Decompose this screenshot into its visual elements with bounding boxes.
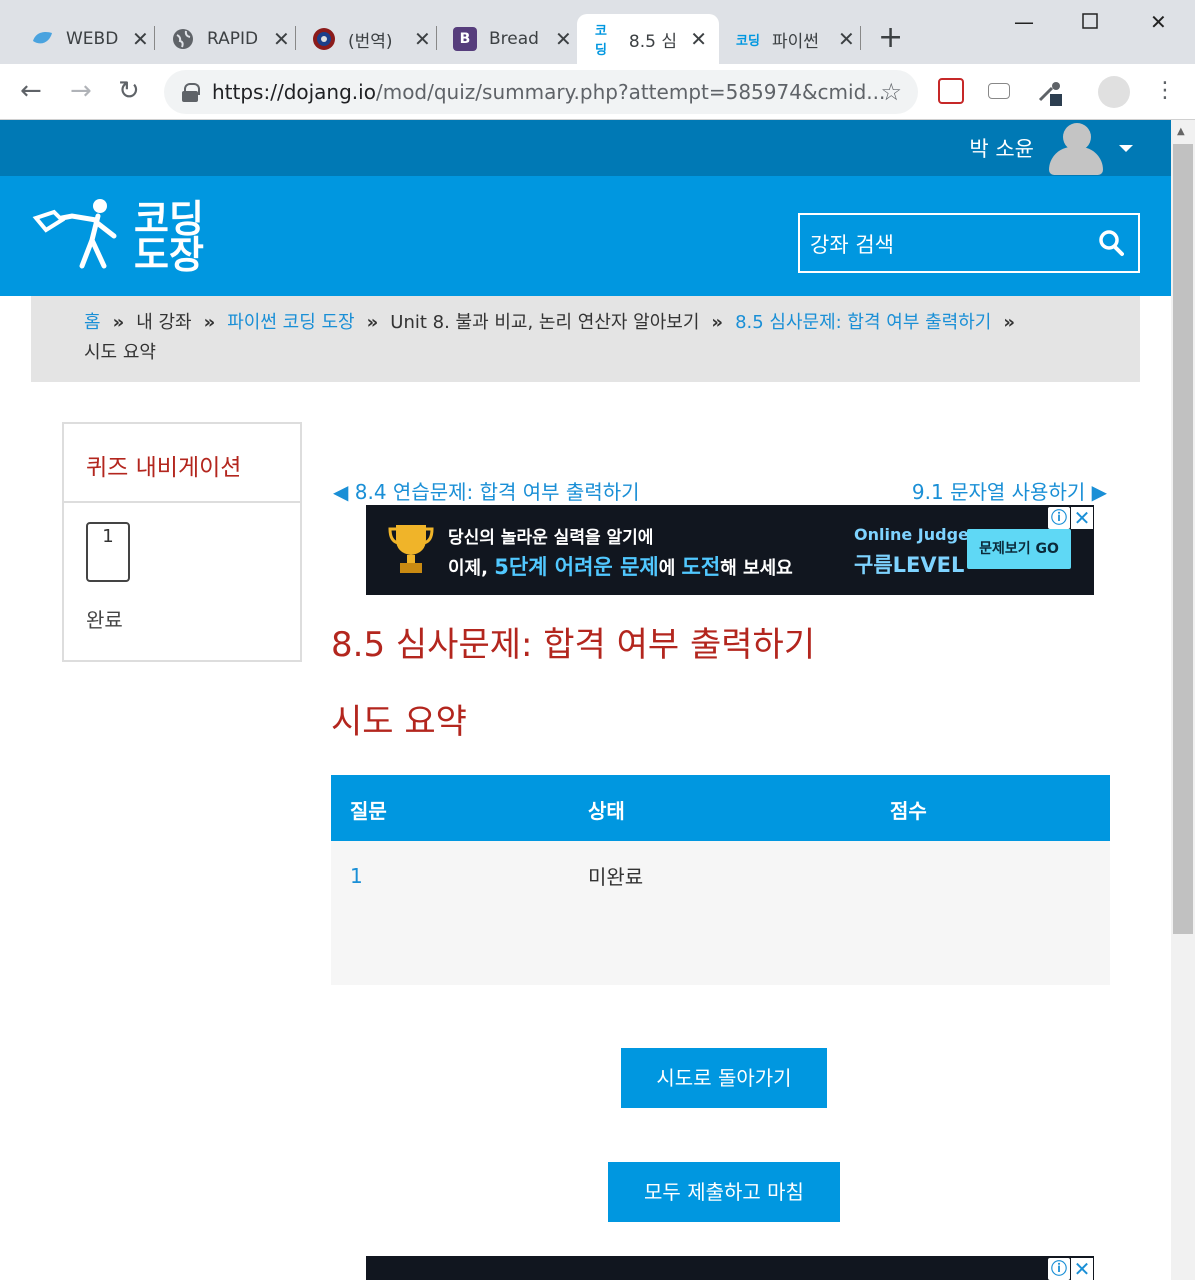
breadcrumb: 홈 » 내 강좌 » 파이썬 코딩 도장 » Unit 8. 불과 비교, 논리 연산자 알… (31, 296, 1140, 382)
bootstrap-icon: B (453, 27, 477, 51)
maximize-button[interactable] (1082, 10, 1098, 34)
page-scrollbar[interactable]: ▲ (1171, 120, 1195, 1280)
return-to-attempt-button[interactable]: 시도로 돌아가기 (621, 1048, 827, 1108)
scrollbar-thumb[interactable] (1173, 144, 1193, 934)
course-search-input[interactable]: 강좌 검색 (798, 213, 1140, 273)
breadcrumb-separator: » (112, 312, 125, 333)
table-row: 1 미완료 (331, 841, 1110, 985)
quiz-navigation-block: 퀴즈 내비게이션 1 완료 (62, 422, 302, 662)
breadcrumb-my-courses: 내 강좌 (136, 312, 192, 333)
taekwondo-figure-icon (32, 199, 117, 269)
new-tab-button[interactable]: + (878, 22, 903, 54)
table-header-row: 질문 상태 점수 (331, 775, 1110, 841)
page-subtitle: 시도 요약 (331, 702, 467, 742)
breadcrumb-course[interactable]: 파이썬 코딩 도장 (227, 312, 354, 333)
next-activity-link[interactable]: 9.1 문자열 사용하기 ▶ (912, 476, 1107, 505)
column-header-status: 상태 (588, 799, 625, 823)
browser-tab[interactable]: (번역) ✕ (282, 14, 443, 64)
left-triangle-icon: ◀ (333, 480, 355, 504)
bookmark-star-icon[interactable]: ☆ (880, 78, 902, 106)
finish-attempt-link[interactable]: 완료 (86, 604, 123, 633)
minimize-button[interactable]: — (1014, 10, 1034, 34)
submit-all-and-finish-button[interactable]: 모두 제출하고 마침 (608, 1162, 840, 1222)
globe-icon (171, 27, 195, 51)
quiz-navigation-title: 퀴즈 내비게이션 (64, 424, 300, 503)
breadcrumb-separator: » (366, 312, 379, 333)
dojang-icon: 코딩 (736, 33, 760, 49)
ad-close-icon[interactable]: ✕ (1071, 1258, 1093, 1280)
close-window-button[interactable]: ✕ (1150, 10, 1167, 34)
breadcrumb-unit: Unit 8. 불과 비교, 논리 연산자 알아보기 (390, 312, 700, 333)
ad-brand-line-1: Online Judge (854, 525, 969, 544)
logo-text-line2: 도장 (134, 233, 204, 277)
ad-close-icon[interactable]: ✕ (1071, 507, 1093, 529)
browser-tab[interactable]: WEBD ✕ (0, 14, 161, 64)
search-placeholder: 강좌 검색 (810, 233, 894, 257)
ad-line-2: 이제, 5단계 어려운 문제에 도전해 보세요 (448, 555, 793, 579)
dojang-icon: 코딩 (595, 24, 607, 58)
close-tab-icon[interactable]: ✕ (838, 27, 855, 51)
breadcrumb-quiz[interactable]: 8.5 심사문제: 합격 여부 출력하기 (735, 312, 991, 333)
leaf-icon (30, 27, 54, 51)
breadcrumb-home[interactable]: 홈 (84, 312, 101, 333)
url-path: /mod/quiz/summary.php?attempt=585974&cmi… (375, 80, 886, 104)
lock-icon (182, 83, 200, 102)
breadcrumb-separator: » (203, 312, 216, 333)
close-tab-icon[interactable]: ✕ (555, 27, 572, 51)
user-menu-caret-icon[interactable] (1119, 145, 1133, 152)
eyedropper-extension-icon[interactable] (1036, 78, 1062, 106)
column-header-question: 질문 (350, 799, 387, 823)
shield-icon (312, 27, 336, 51)
profile-avatar-icon[interactable] (1098, 76, 1130, 108)
question-link[interactable]: 1 (350, 864, 363, 888)
browser-tab[interactable]: 코딩 파이썬 ✕ (718, 14, 867, 64)
url-host: https://dojang.io (212, 80, 376, 104)
close-tab-icon[interactable]: ✕ (690, 27, 707, 51)
ad-line-1: 당신의 놀라운 실력을 알기에 (448, 528, 654, 548)
browser-tab-strip: WEBD ✕ RAPID ✕ (번역) ✕ B Bread ✕ 코딩 8.5 심… (0, 0, 1195, 64)
breadcrumb-current: 시도 요약 (84, 342, 156, 363)
browser-tab[interactable]: RAPID ✕ (141, 14, 302, 64)
ad-brand-line-2: 구름LEVEL (854, 553, 965, 577)
address-bar[interactable]: https://dojang.io/mod/quiz/summary.php?a… (164, 70, 918, 114)
status-cell: 미완료 (588, 865, 644, 889)
prev-activity-link[interactable]: ◀ 8.4 연습문제: 합격 여부 출력하기 (333, 476, 640, 505)
trophy-icon (388, 525, 434, 573)
breadcrumb-separator: » (1003, 312, 1015, 333)
ad-info-icon[interactable]: ⓘ (1048, 1258, 1070, 1280)
ad-cta-button[interactable]: 문제보기 GO (967, 529, 1071, 569)
site-top-nav: 박 소윤 (0, 120, 1171, 176)
prev-activity-label: 8.4 연습문제: 합격 여부 출력하기 (354, 480, 640, 504)
mcafee-extension-icon[interactable] (938, 78, 964, 104)
search-icon[interactable] (1098, 229, 1124, 257)
site-logo[interactable]: 코딩 도장 (32, 196, 212, 276)
back-arrow-icon[interactable]: ← (20, 76, 42, 106)
reload-icon[interactable]: ↻ (118, 76, 140, 106)
right-triangle-icon: ▶ (1085, 480, 1107, 504)
question-nav-button[interactable]: 1 (86, 522, 130, 582)
advertisement-banner[interactable]: 당신의 놀라운 실력을 알기에 이제, 5단계 어려운 문제에 도전해 보세요 … (366, 505, 1094, 595)
attempt-summary-table: 질문 상태 점수 1 미완료 (331, 775, 1110, 985)
page-title: 8.5 심사문제: 합격 여부 출력하기 (331, 625, 816, 665)
browser-tab-active[interactable]: 코딩 8.5 심 ✕ (577, 14, 719, 64)
site-header: 코딩 도장 강좌 검색 (0, 176, 1171, 296)
browser-toolbar: ← → ↻ https://dojang.io/mod/quiz/summary… (0, 64, 1195, 120)
reader-extension-icon[interactable] (988, 83, 1010, 99)
menu-kebab-icon[interactable]: ⋮ (1154, 76, 1176, 106)
web-page: 박 소윤 코딩 도장 강좌 검색 홈 » 내 강좌 » 파이썬 코딩 도장 » Unit 8… (0, 120, 1171, 1280)
ad-info-icon[interactable]: ⓘ (1048, 507, 1070, 529)
forward-arrow-icon[interactable]: → (70, 76, 92, 106)
breadcrumb-separator: » (711, 312, 724, 333)
column-header-score: 점수 (890, 799, 927, 823)
advertisement-banner-bottom[interactable]: ⓘ ✕ (366, 1256, 1094, 1280)
user-name[interactable]: 박 소윤 (969, 133, 1034, 163)
browser-tab[interactable]: B Bread ✕ (423, 14, 584, 64)
user-avatar-icon[interactable] (1049, 123, 1103, 175)
scroll-up-arrow-icon[interactable]: ▲ (1177, 126, 1185, 137)
next-activity-label: 9.1 문자열 사용하기 (911, 480, 1086, 504)
